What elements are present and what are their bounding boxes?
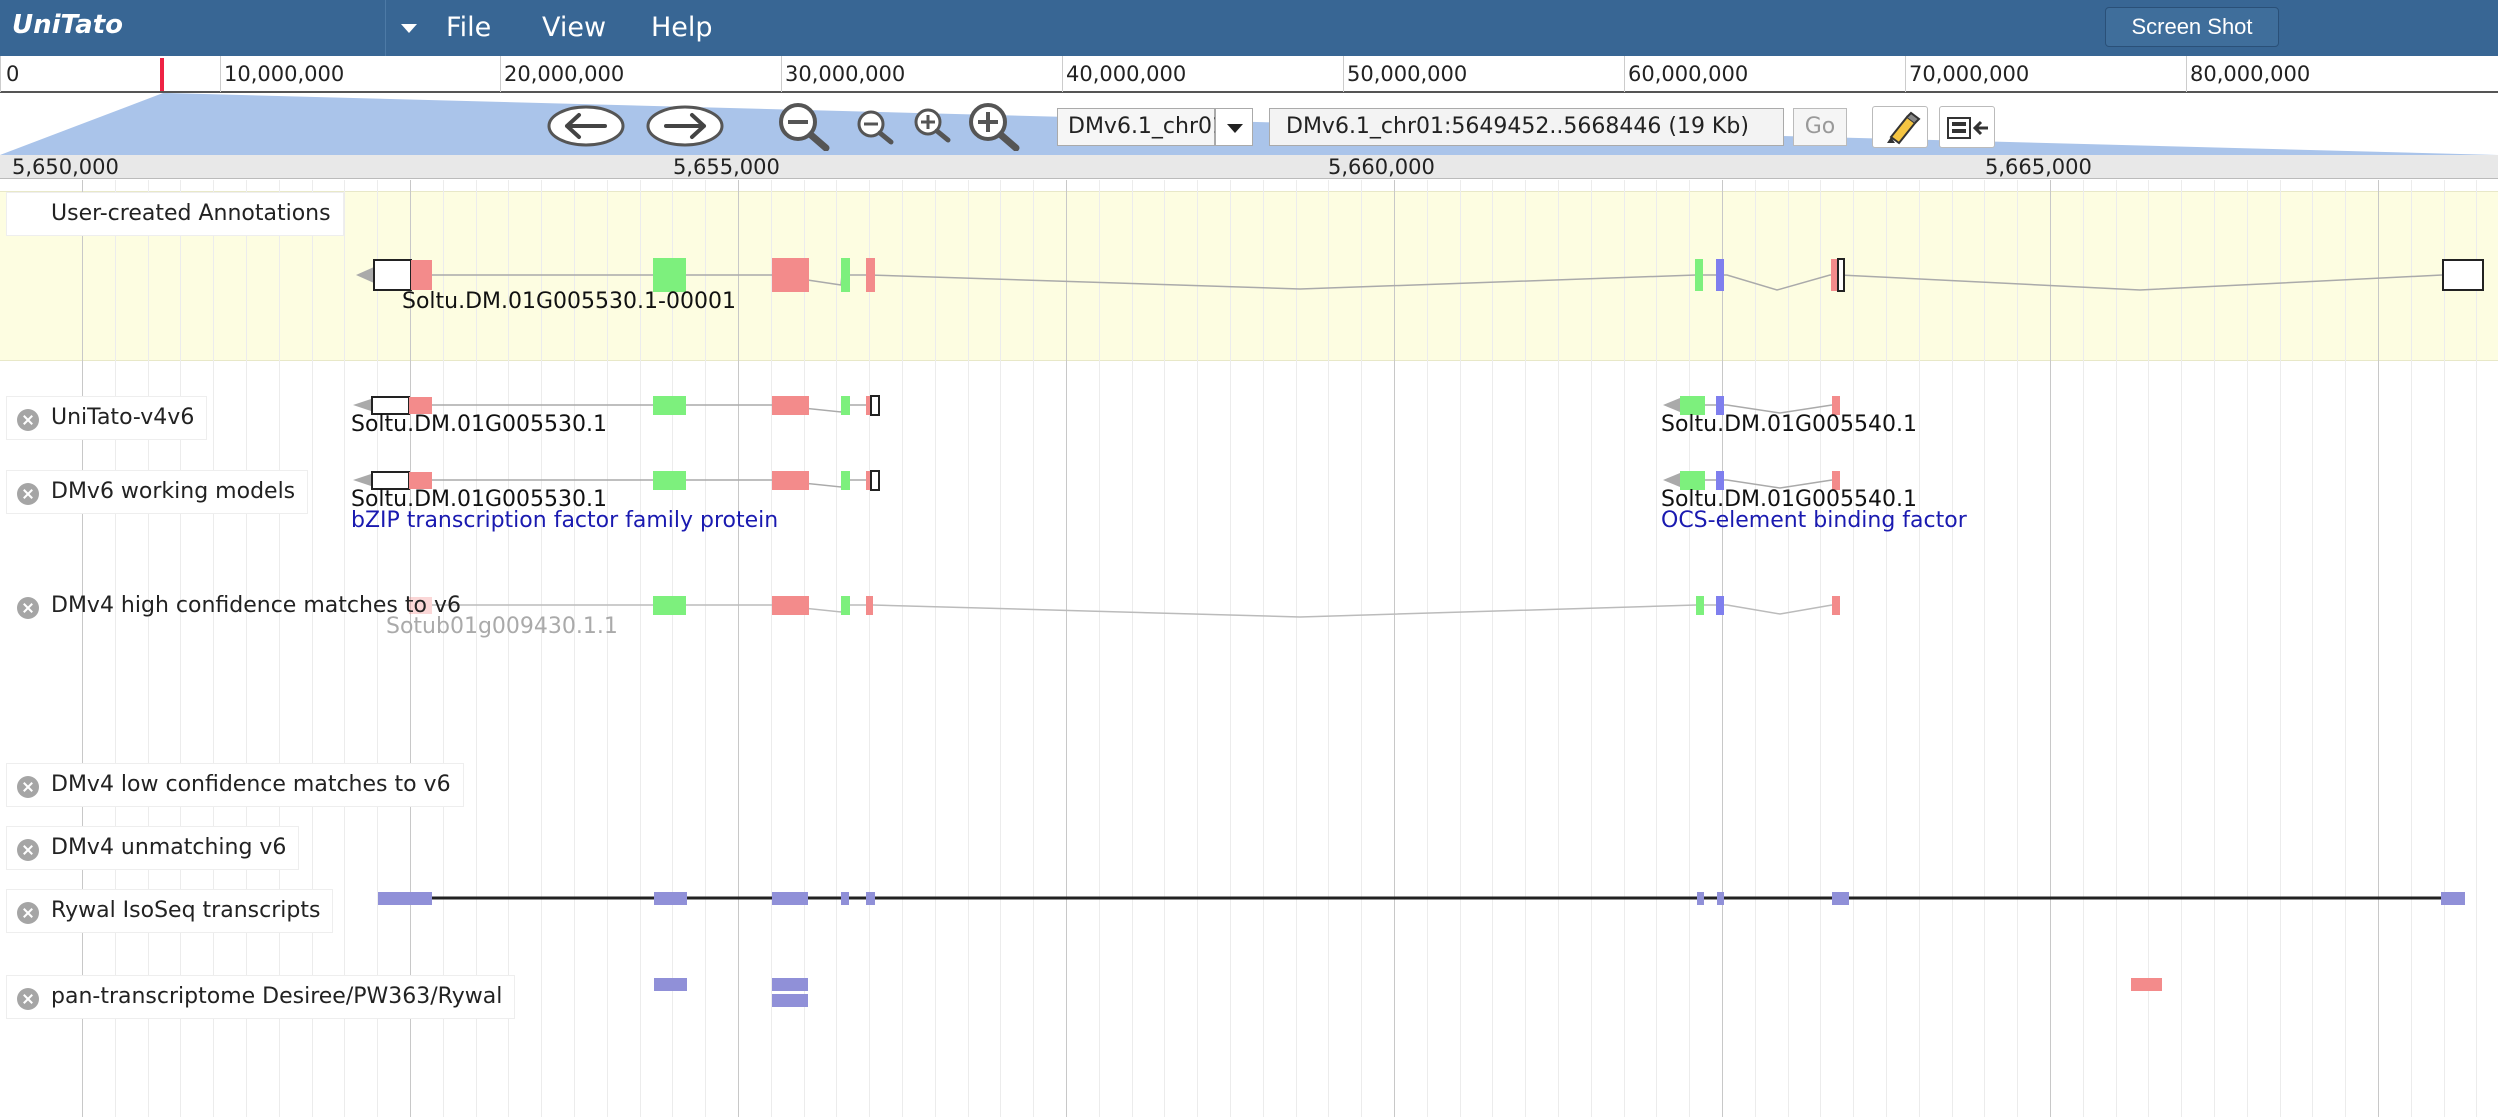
track-label-text: pan-transcriptome Desiree/PW363/Rywal xyxy=(51,984,503,1009)
annotation-transcript[interactable] xyxy=(356,258,2484,292)
tracks-area: Soltu.DM.01G005530.1-00001 Soltu.DM.01G0… xyxy=(0,180,2498,1117)
overview-location-marker[interactable] xyxy=(160,58,164,91)
overview-tick: 60,000,000 xyxy=(1628,62,1749,86)
ruler-tick: 5,650,000 xyxy=(12,155,119,179)
arrow-left-icon[interactable] xyxy=(547,105,625,147)
minimize-tracks-icon xyxy=(1947,117,1988,139)
menu-help[interactable]: Help xyxy=(651,12,713,43)
zoom-in-small-icon[interactable] xyxy=(912,107,954,145)
overview-tick: 80,000,000 xyxy=(2190,62,2311,86)
feature-description: OCS-element binding factor xyxy=(1661,508,1967,533)
feature-description: bZIP transcription factor family protein xyxy=(351,508,779,533)
track-label-rywal-isoseq[interactable]: Rywal IsoSeq transcripts xyxy=(6,889,334,933)
close-icon[interactable] xyxy=(17,409,39,431)
overview-ruler[interactable]: 0 10,000,000 20,000,000 30,000,000 40,00… xyxy=(0,56,2498,93)
navigation-toolbar: DMv6.1_chr01 DMv6.1_chr01:5649452..56684… xyxy=(0,93,2498,155)
menu-file[interactable]: File xyxy=(446,12,491,43)
location-input[interactable]: DMv6.1_chr01:5649452..5668446 (19 Kb) xyxy=(1269,108,1784,146)
minimize-tracks-button[interactable] xyxy=(1939,106,1995,148)
chromosome-select[interactable]: DMv6.1_chr01 xyxy=(1057,108,1226,146)
app-title: UniTato xyxy=(12,10,124,40)
track-label-text: Rywal IsoSeq transcripts xyxy=(51,898,321,923)
feature-label[interactable]: Soltu.DM.01G005530.1-00001 xyxy=(402,289,736,314)
track-label-dmv6[interactable]: DMv6 working models xyxy=(6,470,309,514)
close-icon[interactable] xyxy=(17,776,39,798)
track-label-dmv4-high[interactable]: DMv4 high confidence matches to v6 xyxy=(6,584,474,628)
close-icon[interactable] xyxy=(17,483,39,505)
ruler-tick: 5,665,000 xyxy=(1985,155,2092,179)
track-label-text: DMv4 low confidence matches to v6 xyxy=(51,772,451,797)
feature-label[interactable]: Soltu.DM.01G005530.1 xyxy=(351,412,607,437)
overview-tick: 40,000,000 xyxy=(1066,62,1187,86)
detail-ruler[interactable]: 5,650,000 5,655,000 5,660,000 5,665,000 xyxy=(0,155,2498,179)
ruler-tick: 5,660,000 xyxy=(1328,155,1435,179)
track-label-text: UniTato-v4v6 xyxy=(51,405,195,430)
chevron-down-icon[interactable] xyxy=(1215,108,1253,146)
overview-tick: 70,000,000 xyxy=(1909,62,2030,86)
track-label-unitato[interactable]: UniTato-v4v6 xyxy=(6,396,208,440)
track-label-user-annotations[interactable]: User-created Annotations xyxy=(6,192,344,236)
isoseq-transcript[interactable] xyxy=(378,892,2465,905)
app-menu-dropdown[interactable] xyxy=(385,0,431,56)
track-label-text: DMv4 high confidence matches to v6 xyxy=(51,593,461,618)
highlight-button[interactable] xyxy=(1872,106,1928,148)
overview-tick: 10,000,000 xyxy=(224,62,345,86)
track-label-text: DMv4 unmatching v6 xyxy=(51,835,287,860)
close-icon[interactable] xyxy=(17,839,39,861)
overview-tick: 20,000,000 xyxy=(504,62,625,86)
track-label-dmv4-low[interactable]: DMv4 low confidence matches to v6 xyxy=(6,763,464,807)
close-icon[interactable] xyxy=(17,902,39,924)
arrow-right-icon[interactable] xyxy=(646,105,724,147)
highlighter-icon xyxy=(1887,111,1921,145)
zoom-out-big-icon[interactable] xyxy=(776,101,834,151)
menu-bar: UniTato File View Help Screen Shot xyxy=(0,0,2498,56)
feature-label[interactable]: Soltu.DM.01G005540.1 xyxy=(1661,412,1917,437)
overview-tick: 0 xyxy=(6,62,20,86)
track-label-text: DMv6 working models xyxy=(51,479,296,504)
dmv4-high-transcript[interactable] xyxy=(409,596,1840,618)
zoom-out-small-icon[interactable] xyxy=(855,109,897,147)
ruler-tick: 5,655,000 xyxy=(673,155,780,179)
screen-shot-button[interactable]: Screen Shot xyxy=(2105,7,2279,47)
overview-tick: 50,000,000 xyxy=(1347,62,1468,86)
menu-view[interactable]: View xyxy=(542,12,606,43)
zoom-in-big-icon[interactable] xyxy=(966,101,1024,151)
close-icon[interactable] xyxy=(17,597,39,619)
go-button[interactable]: Go xyxy=(1793,108,1847,146)
track-label-pan-transcriptome[interactable]: pan-transcriptome Desiree/PW363/Rywal xyxy=(6,975,516,1019)
overview-tick: 30,000,000 xyxy=(785,62,906,86)
track-label-dmv4-unmatching[interactable]: DMv4 unmatching v6 xyxy=(6,826,300,870)
pan-transcriptome-features[interactable] xyxy=(654,978,2162,1007)
close-icon[interactable] xyxy=(17,988,39,1010)
